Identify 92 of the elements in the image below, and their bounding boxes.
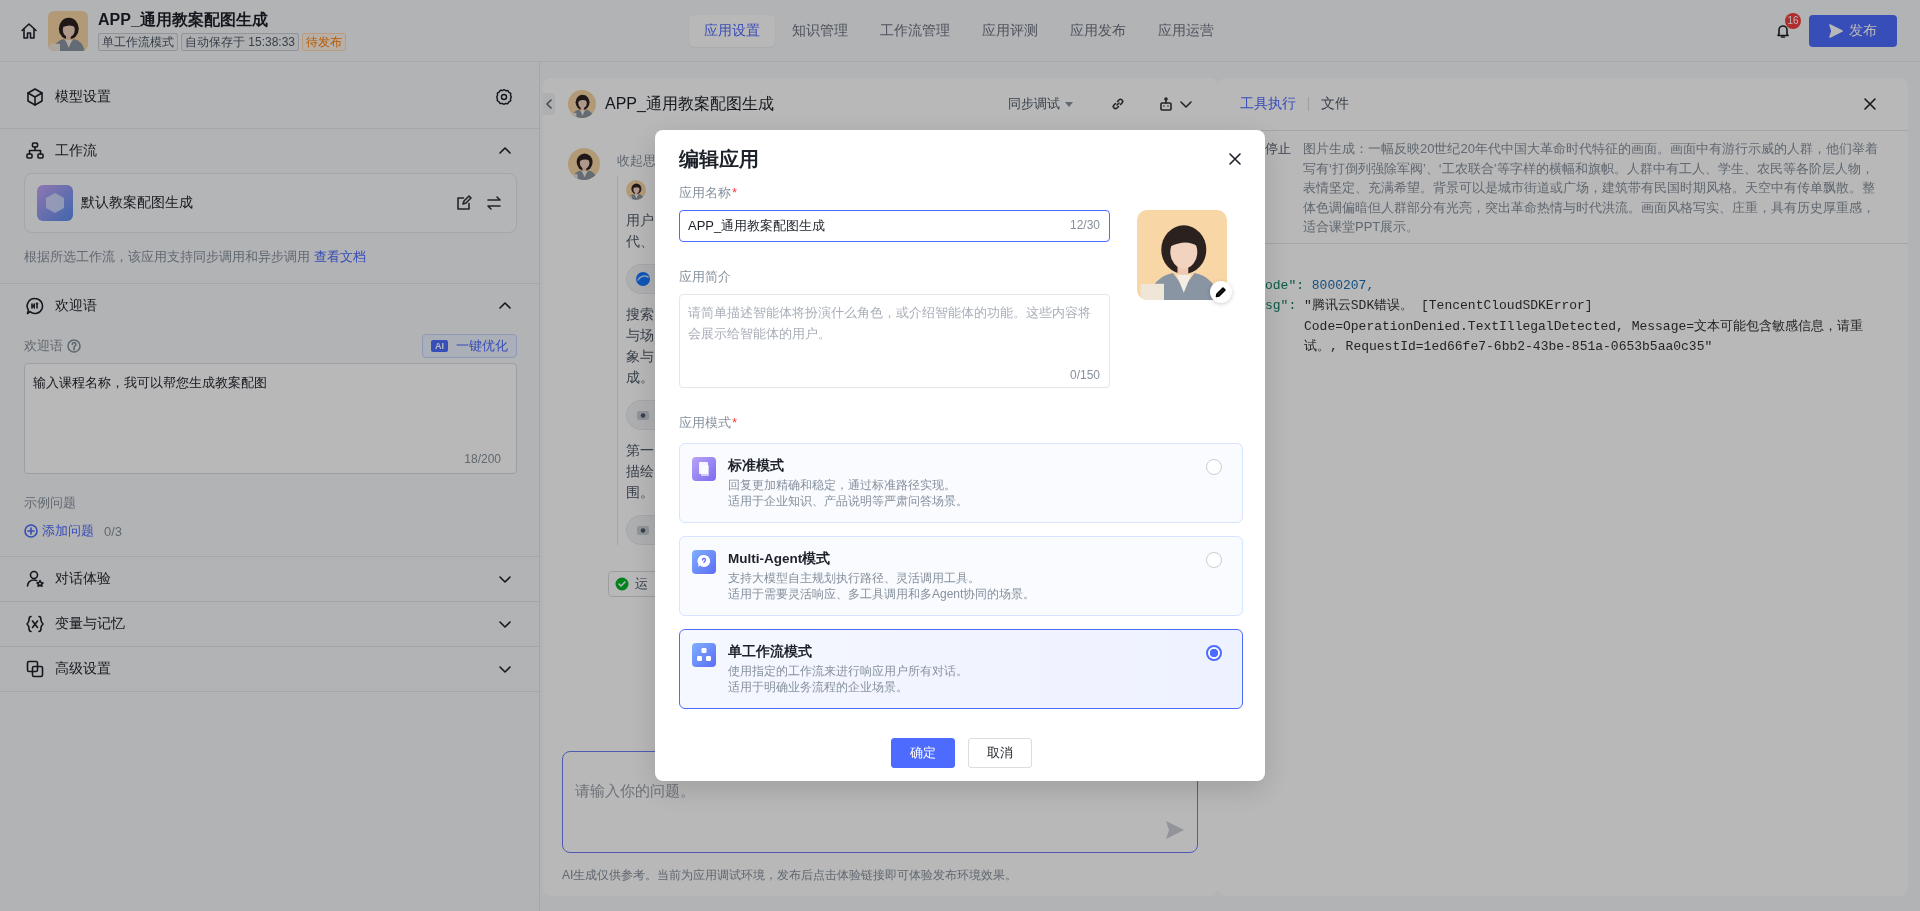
mode-option[interactable]: 单工作流模式 使用指定的工作流来进行响应用户所有对话。 适用于明确业务流程的企业场景。 [679,629,1243,709]
workflow-note: 根据所选工作流，该应用支持同步调用和异步调用 查看文档 [24,248,367,266]
info-tag: 单工作流模式 [98,33,178,51]
chat-title: APP_通用教案配图生成 [605,93,775,114]
cube-icon [37,185,73,221]
nav-tab[interactable]: 应用运营 [1142,14,1229,47]
mode-title: 标准模式 [728,457,785,475]
field-label: 应用模式* [679,414,739,432]
char-counter: 18/200 [464,452,501,466]
notification-badge: 16 [1785,12,1801,29]
docs-link[interactable]: 查看文档 [313,249,366,264]
mode-title: Multi-Agent模式 [728,550,832,568]
home-icon[interactable] [20,21,38,40]
bell-icon[interactable] [1775,22,1791,39]
field-label: 应用名称* [679,184,739,202]
json-value: Code=OperationDenied.TextIllegalDetected, Message=文本可能包含敏感信息，请重 [1304,317,1864,336]
check-circle-icon [615,577,629,591]
nav-tab[interactable]: 工作流管理 [864,14,965,47]
nav-tab[interactable]: 应用发布 [1054,14,1141,47]
add-question-button[interactable]: 添加问题 [24,522,94,540]
tool-status: 停止 [1264,140,1291,158]
mode-description: 使用指定的工作流来进行响应用户所有对话。 适用于明确业务流程的企业场景。 [728,663,969,695]
edit-avatar-button[interactable] [1210,281,1232,303]
pencil-icon [1215,286,1227,298]
json-value: 试。, RequestId=1ed66fe7-6bb2-43be-851a-0653b5aa0c35" [1304,338,1713,356]
radio-button[interactable] [1206,645,1222,661]
swap-icon[interactable] [486,195,502,211]
mode-select[interactable]: 同步调试 [1002,94,1080,114]
field-label: 欢迎语 [24,337,63,355]
section-title: 欢迎语 [55,297,98,315]
variable-icon [25,614,45,634]
char-counter: 0/150 [1069,368,1100,382]
publish-button[interactable]: 发布 [1809,14,1897,47]
mode-description: 回复更加精确和稳定，通过标准路径实现。 适用于企业知识、产品说明等严肃问答场景。 [728,477,969,509]
confirm-button[interactable]: 确定 [890,738,955,768]
message-text: 用户 代、 [626,211,654,251]
section-title: 高级设置 [55,660,112,678]
cube-icon [25,87,45,107]
overlapping-squares-icon [25,659,45,679]
hierarchy-icon [692,643,716,667]
message-text: 搜索 与场 象与 成。 [626,305,654,387]
close-icon [1227,151,1243,167]
status-tag: 待发布 [302,33,347,51]
ai-badge: AI [431,340,448,352]
dialog-title: 编辑应用 [679,146,759,172]
message-text: 第一 描绘 围。 [626,441,654,502]
user-star-icon [25,569,45,589]
section-title: 变量与记忆 [55,615,126,633]
mode-option[interactable]: Multi-Agent模式 支持大模型自主规划执行路径、灵活调用工具。 适用于需要灵活响应、多工具调用和多Agent协同的场景。 [679,536,1243,616]
section-title: 对话体验 [55,570,112,588]
cancel-button[interactable]: 取消 [967,738,1032,768]
radio-button[interactable] [1206,552,1222,568]
section-title: 模型设置 [55,88,112,106]
mode-title: 单工作流模式 [728,643,813,661]
workflow-name: 默认教案配图生成 [81,194,194,212]
section-title: 工作流 [55,142,98,160]
hierarchy-icon [25,141,45,161]
app-title: APP_通用教案配图生成 [98,10,269,30]
info-tag: 自动保存于 15:38:33 [181,33,300,51]
collapse-button[interactable] [543,93,555,115]
send-icon [1829,23,1843,38]
field-label: 应用简介 [679,268,732,286]
settings-icon[interactable] [495,88,513,106]
nav-tab[interactable]: 知识管理 [776,14,863,47]
document-icon [692,457,716,481]
close-button[interactable] [1227,151,1243,167]
help-icon [67,339,81,353]
optimize-button[interactable]: AI 一键优化 [422,334,517,358]
close-icon[interactable] [1862,96,1878,112]
radio-button[interactable] [1206,459,1222,475]
mode-option[interactable]: 标准模式 回复更加精确和稳定，通过标准路径实现。 适用于企业知识、产品说明等严肃问答场景。 [679,443,1243,523]
edit-icon[interactable] [456,195,472,211]
panel-tab[interactable]: 工具执行 [1240,95,1296,113]
json-key: sg": [1265,296,1297,317]
json-key: ode": [1265,275,1304,296]
link-icon[interactable] [1110,96,1126,112]
question-count: 0/3 [104,523,123,539]
json-value: 8000207, [1311,276,1375,295]
field-label: 示例问题 [24,494,77,512]
json-value: "腾讯云SDK错误。 [TencentCloudSDKError] [1304,297,1593,315]
panel-tab[interactable]: 文件 [1321,95,1349,113]
question-bubble-icon [692,550,716,574]
globe-icon [635,271,651,287]
nav-tab[interactable]: 应用设置 [688,14,775,47]
robot-icon[interactable] [1158,96,1174,112]
plus-circle-icon [24,524,38,538]
disclaimer-text: AI生成仅供参考。当前为应用调试环境，发布后点击体验链接即可体验发布环境效果。 [562,867,1019,884]
nav-tab[interactable]: 应用评测 [966,14,1053,47]
char-counter: 12/30 [1069,218,1100,232]
caret-icon [1064,99,1074,109]
chevron-left-icon [545,99,553,109]
speech-bubble-icon [25,296,45,316]
